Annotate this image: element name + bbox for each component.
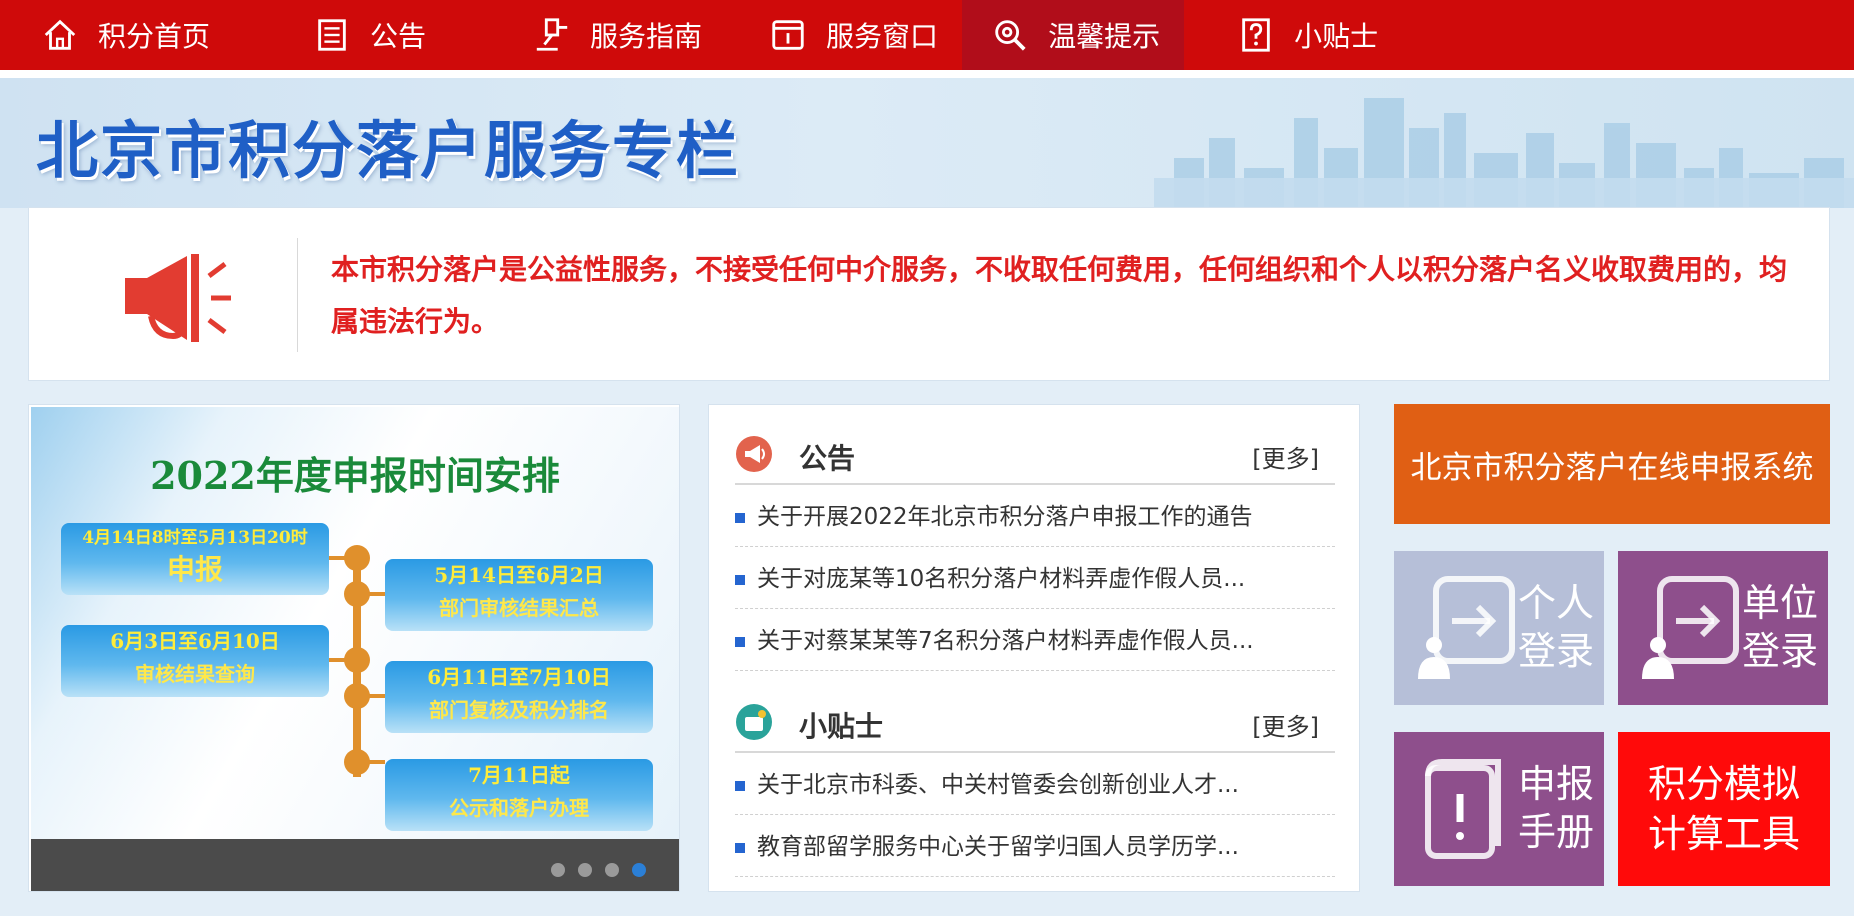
tile-label-line: 计算工具 bbox=[1647, 812, 1800, 856]
stage-box: 4月14日8时至5月13日20时 申报 bbox=[61, 523, 329, 595]
stage-date: 6月3日至6月10日 bbox=[110, 629, 280, 653]
home-icon bbox=[40, 15, 80, 55]
tile-label: 申报 手册 bbox=[1512, 760, 1600, 856]
tile-label: 单位 登录 bbox=[1736, 579, 1824, 675]
gavel-icon bbox=[532, 15, 572, 55]
tile-label-line: 单位 bbox=[1741, 581, 1818, 625]
question-icon bbox=[1236, 15, 1276, 55]
timeline-connector bbox=[329, 556, 349, 560]
nav-item-service-window[interactable]: 服务窗口 bbox=[726, 0, 962, 70]
announcement-item[interactable]: 关于开展2022年北京市积分落户申报工作的通告 bbox=[735, 487, 1335, 547]
banner: 北京市积分落户服务专栏 bbox=[0, 78, 1854, 208]
city-skyline-image bbox=[1154, 98, 1854, 208]
banner-title: 北京市积分落户服务专栏 bbox=[36, 114, 741, 187]
nav-item-announcements[interactable]: 公告 bbox=[234, 0, 450, 70]
stage-date: 6月11日至7月10日 bbox=[427, 665, 611, 689]
stage-box: 6月11日至7月10日 部门复核及积分排名 bbox=[385, 661, 653, 733]
login-icon bbox=[1642, 576, 1739, 679]
announcements-title: 公告 bbox=[799, 442, 856, 475]
notice-panel: 本市积分落户是公益性服务，不接受任何中介服务，不收取任何费用，任何组织和个人以积… bbox=[28, 207, 1830, 381]
slider-controls bbox=[31, 839, 679, 891]
stage-box: 6月3日至6月10日 审核结果查询 bbox=[61, 625, 329, 697]
stage-box: 5月14日至6月2日 部门审核结果汇总 bbox=[385, 559, 653, 631]
timeline-connector bbox=[365, 592, 385, 596]
manual-book-icon bbox=[1425, 759, 1501, 859]
news-panel: 公告 [更多] 关于开展2022年北京市积分落户申报工作的通告 关于对庞某等10… bbox=[708, 404, 1360, 892]
nav-label: 服务窗口 bbox=[826, 20, 939, 53]
tile-label-line: 手册 bbox=[1517, 810, 1594, 854]
points-calculator-button[interactable]: 积分模拟 计算工具 bbox=[1618, 732, 1830, 886]
nav-item-home[interactable]: 积分首页 bbox=[0, 0, 234, 70]
timeline-connector bbox=[329, 658, 349, 662]
nav-label: 积分首页 bbox=[98, 20, 211, 53]
tips-more-link[interactable]: [更多] bbox=[1252, 707, 1319, 742]
notice-divider bbox=[297, 238, 298, 352]
stage-date: 7月11日起 bbox=[468, 763, 570, 787]
nav-item-service-guide[interactable]: 服务指南 bbox=[450, 0, 726, 70]
tip-item[interactable]: 关于北京市科委、中关村管委会创新创业人才... bbox=[735, 755, 1335, 815]
tile-label-line: 积分模拟 bbox=[1647, 762, 1800, 806]
online-application-button[interactable]: 北京市积分落户在线申报系统 bbox=[1394, 404, 1830, 524]
tile-label-line: 登录 bbox=[1741, 629, 1818, 673]
megaphone-icon bbox=[125, 254, 231, 342]
timeline-connector bbox=[365, 694, 385, 698]
nav-item-tips[interactable]: 小贴士 bbox=[1184, 0, 1402, 70]
stage-label: 申报 bbox=[166, 553, 223, 586]
announcement-item[interactable]: 关于对蔡某某等7名积分落户材料弄虚作假人员... bbox=[735, 611, 1335, 671]
nav-label: 服务指南 bbox=[590, 20, 703, 53]
slider-dot-3[interactable] bbox=[605, 863, 619, 877]
tips-badge-icon bbox=[736, 704, 772, 740]
tile-label-line: 申报 bbox=[1517, 762, 1594, 806]
nav-label: 小贴士 bbox=[1294, 20, 1379, 53]
tip-item[interactable]: 教育部留学服务中心关于留学归国人员学历学... bbox=[735, 817, 1335, 877]
personal-login-button[interactable]: 个人 登录 bbox=[1394, 551, 1604, 705]
tips-title: 小贴士 bbox=[799, 710, 884, 743]
slide-schedule: 2022年度申报时间安排 4月14日8时至5月13日20时 申报 5月14日至6… bbox=[31, 407, 679, 839]
tips-header: 小贴士 [更多] bbox=[735, 693, 1335, 753]
stage-date: 5月14日至6月2日 bbox=[434, 563, 604, 587]
slider-dot-1[interactable] bbox=[551, 863, 565, 877]
stage-box: 7月11日起 公示和落户办理 bbox=[385, 759, 653, 831]
announcement-item[interactable]: 关于对庞某等10名积分落户材料弄虚作假人员... bbox=[735, 549, 1335, 609]
slider-dot-2[interactable] bbox=[578, 863, 592, 877]
announcements-more-link[interactable]: [更多] bbox=[1252, 439, 1319, 474]
login-icon bbox=[1418, 576, 1515, 679]
timeline-connector bbox=[365, 760, 385, 764]
stage-date: 4月14日8时至5月13日20时 bbox=[82, 528, 308, 548]
document-icon bbox=[312, 15, 352, 55]
nav-label: 温馨提示 bbox=[1048, 20, 1161, 53]
slide-title: 2022年度申报时间安排 bbox=[150, 453, 560, 498]
unit-login-button[interactable]: 单位 登录 bbox=[1618, 551, 1828, 705]
stage-label: 公示和落户办理 bbox=[449, 796, 589, 820]
schedule-slider[interactable]: 2022年度申报时间安排 4月14日8时至5月13日20时 申报 5月14日至6… bbox=[28, 404, 680, 892]
tile-label-line: 登录 bbox=[1517, 629, 1594, 673]
search-gear-icon bbox=[990, 15, 1030, 55]
megaphone-badge-icon bbox=[736, 436, 772, 472]
announcements-header: 公告 [更多] bbox=[735, 425, 1335, 485]
nav-item-tips-warm[interactable]: 温馨提示 bbox=[962, 0, 1185, 70]
nav-divider bbox=[0, 70, 1854, 78]
top-nav: 积分首页 公告 服务指南 服务窗口 温馨提示 小贴士 bbox=[0, 0, 1854, 70]
application-manual-button[interactable]: 申报 手册 bbox=[1394, 732, 1604, 886]
tile-label-line: 个人 bbox=[1517, 581, 1594, 625]
slider-dot-4[interactable] bbox=[632, 863, 646, 877]
tile-label: 个人 登录 bbox=[1512, 579, 1600, 675]
window-icon bbox=[768, 15, 808, 55]
stage-label: 部门复核及积分排名 bbox=[429, 698, 609, 722]
stage-label: 审核结果查询 bbox=[135, 662, 255, 686]
stage-label: 部门审核结果汇总 bbox=[439, 596, 599, 620]
nav-label: 公告 bbox=[370, 20, 427, 53]
notice-text: 本市积分落户是公益性服务，不接受任何中介服务，不收取任何费用，任何组织和个人以积… bbox=[331, 253, 1788, 338]
